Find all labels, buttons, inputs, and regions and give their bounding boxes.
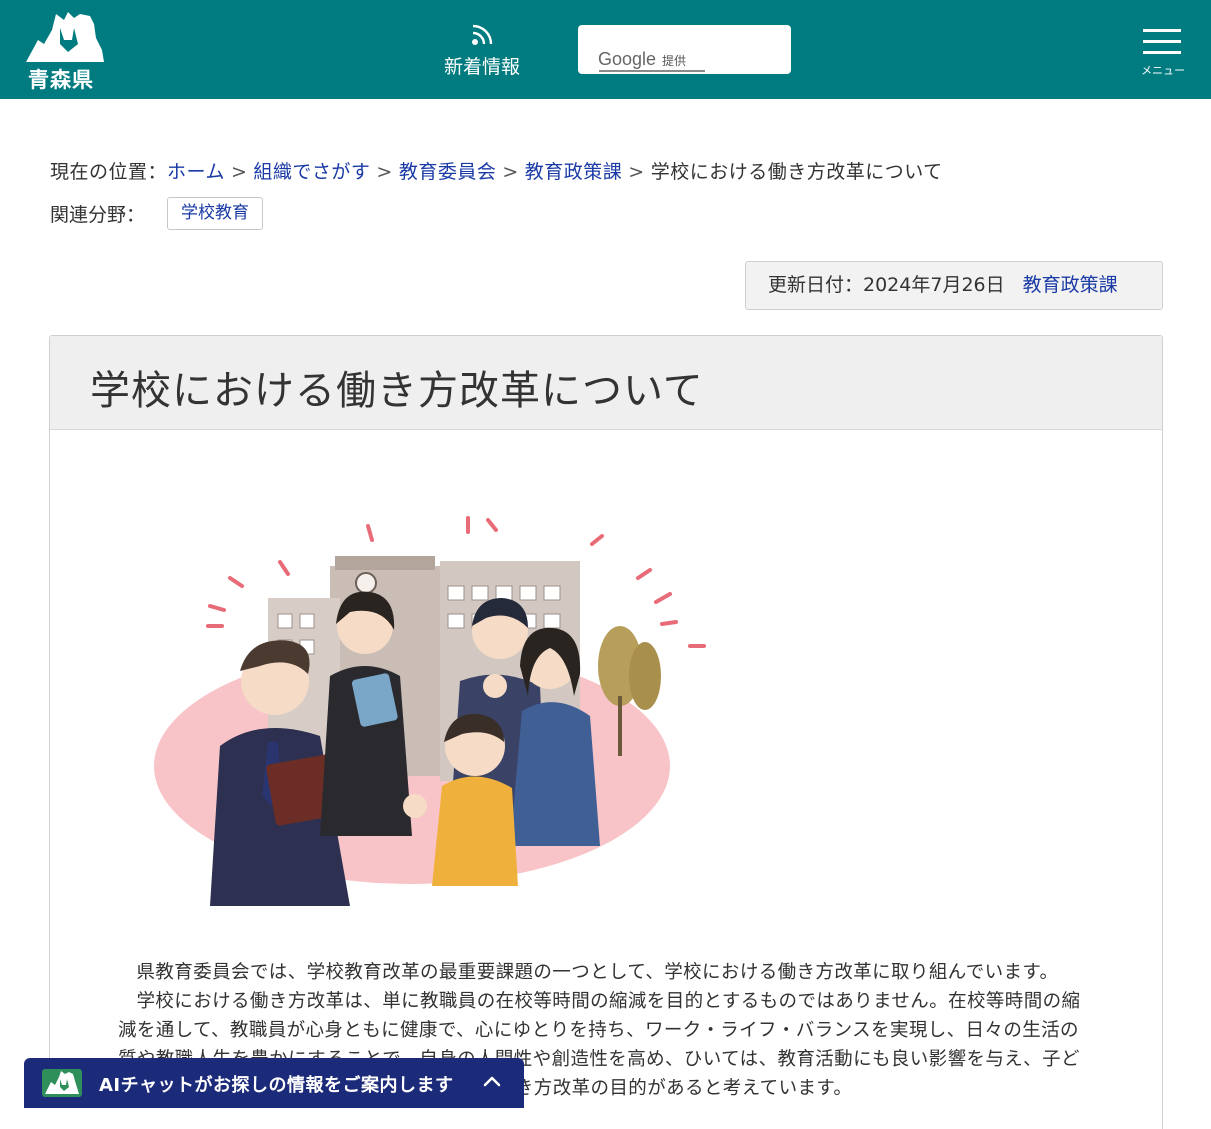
article: 学校における働き方改革について 県教育委員会では、学校教育改革の最重要課題の一つ… [49, 335, 1163, 1129]
related-field-label: 関連分野： [50, 204, 146, 226]
article-header: 学校における働き方改革について [50, 336, 1162, 430]
update-info: 更新日付：2024年7月26日 教育政策課 [745, 261, 1163, 310]
page-title: 学校における働き方改革について [90, 368, 704, 414]
ai-chat-bar[interactable]: AIチャットがお探しの情報をご案内します [24, 1058, 524, 1108]
site-header: 青森県 新着情報 Google 提供 メニュー [0, 0, 1211, 99]
google-brand: Google 提供 [598, 49, 687, 69]
hamburger-icon [1143, 29, 1181, 32]
ai-chat-panel [24, 1108, 524, 1129]
search-underline [599, 70, 705, 72]
related-tag-school-education[interactable]: 学校教育 [167, 197, 263, 230]
menu-label: メニュー [1141, 64, 1185, 77]
search-box[interactable]: Google 提供 [578, 25, 791, 74]
news-link[interactable]: 新着情報 [436, 22, 528, 86]
ai-chat-label: AIチャットがお探しの情報をご案内します [99, 1075, 454, 1096]
update-date: 更新日付：2024年7月26日 [768, 274, 1005, 296]
menu-button[interactable]: メニュー [1133, 26, 1193, 80]
chevron-up-icon[interactable] [481, 1070, 503, 1092]
aomori-logo[interactable]: 青森県 [24, 10, 104, 92]
breadcrumb-current: 学校における働き方改革について [650, 161, 943, 183]
logo-text: 青森県 [28, 68, 94, 92]
logo-mark-icon [26, 12, 104, 62]
breadcrumb-policy-division[interactable]: 教育政策課 [525, 161, 623, 183]
breadcrumb-home[interactable]: ホーム [167, 161, 225, 183]
rss-icon [472, 24, 493, 45]
department-link[interactable]: 教育政策課 [1023, 274, 1118, 296]
article-paragraph: 県教育委員会では、学校教育改革の最重要課題の一つとして、学校における働き方改革に… [136, 962, 1059, 983]
breadcrumb-board-of-education[interactable]: 教育委員会 [399, 161, 497, 183]
breadcrumb: 現在の位置：ホーム > 組織でさがす > 教育委員会 > 教育政策課 > 学校における働き方改革… [50, 161, 943, 183]
chat-logo-icon [42, 1069, 82, 1097]
work-style-illustration [154, 516, 706, 906]
breadcrumb-organization[interactable]: 組織でさがす [253, 161, 370, 183]
news-label: 新着情報 [443, 56, 520, 78]
